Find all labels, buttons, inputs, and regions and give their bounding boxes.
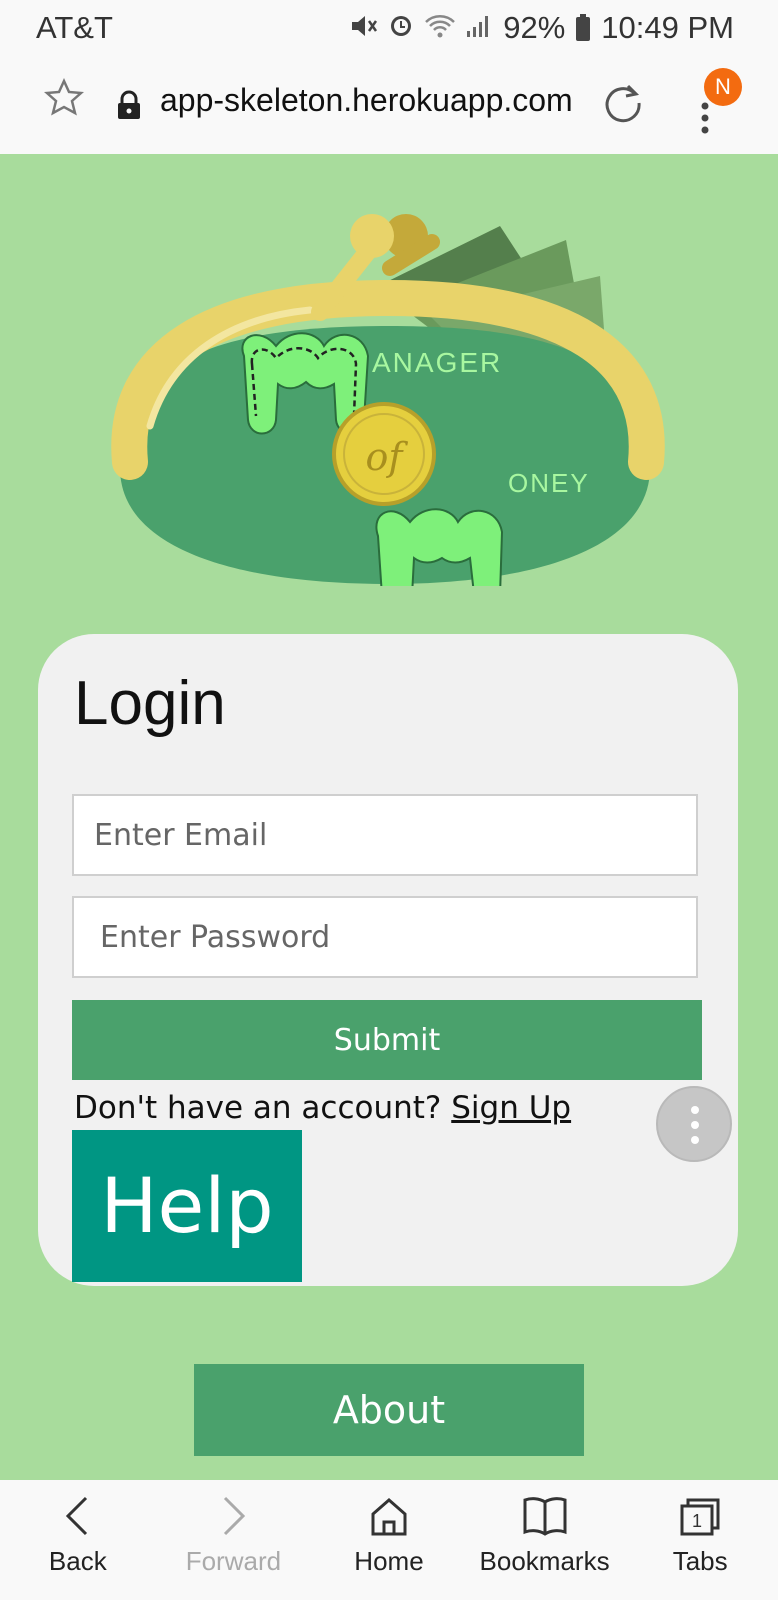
signup-link[interactable]: Sign Up bbox=[451, 1090, 571, 1126]
logo-manager-text: ANAGER bbox=[372, 347, 502, 378]
more-dot-icon bbox=[691, 1106, 699, 1114]
tabs-icon: 1 bbox=[680, 1498, 720, 1536]
alarm-icon bbox=[390, 15, 411, 36]
help-button[interactable]: Help bbox=[72, 1130, 302, 1282]
nav-tabs-label: Tabs bbox=[672, 1546, 728, 1576]
about-button[interactable]: About bbox=[194, 1364, 584, 1456]
star-icon[interactable] bbox=[44, 78, 84, 118]
nav-back[interactable]: Back bbox=[0, 1480, 156, 1600]
logo-of-text: of bbox=[366, 435, 409, 479]
menu-icon[interactable] bbox=[700, 100, 710, 140]
forward-arrow-icon bbox=[224, 1496, 246, 1536]
lock-icon bbox=[118, 90, 140, 119]
nav-bookmarks[interactable]: Bookmarks bbox=[467, 1480, 623, 1600]
more-dot-icon bbox=[691, 1121, 699, 1129]
floating-more-button[interactable] bbox=[656, 1086, 732, 1162]
profile-avatar[interactable]: N bbox=[704, 68, 742, 106]
no-account-text: Don't have an account? bbox=[74, 1090, 442, 1126]
login-card: Login Submit Don't have an account? Sign… bbox=[38, 634, 738, 1286]
battery-icon bbox=[576, 14, 591, 41]
home-icon bbox=[371, 1498, 407, 1536]
more-dot-icon bbox=[691, 1136, 699, 1144]
nav-home[interactable]: Home bbox=[311, 1480, 467, 1600]
submit-button[interactable]: Submit bbox=[72, 1000, 702, 1080]
nav-back-label: Back bbox=[48, 1546, 107, 1576]
browser-bottom-nav: Back Forward Home Bookmarks 1 Tabs bbox=[0, 1480, 778, 1600]
status-icons bbox=[350, 11, 494, 46]
logo-money-text: ONEY bbox=[508, 468, 590, 498]
tabs-count: 1 bbox=[692, 1511, 702, 1531]
wifi-icon bbox=[425, 14, 455, 37]
mute-icon bbox=[351, 15, 377, 36]
bookmarks-icon bbox=[523, 1497, 567, 1536]
status-bar: AT&T 92% 10:49 PM bbox=[0, 0, 778, 56]
password-field[interactable] bbox=[72, 896, 698, 978]
login-title: Login bbox=[74, 669, 226, 738]
url-text[interactable]: app-skeleton.herokuapp.com bbox=[160, 82, 573, 119]
back-arrow-icon bbox=[65, 1496, 87, 1536]
nav-forward-label: Forward bbox=[185, 1546, 282, 1576]
browser-url-bar: app-skeleton.herokuapp.com N bbox=[0, 56, 778, 154]
nav-tabs[interactable]: 1 Tabs bbox=[622, 1480, 778, 1600]
nav-forward[interactable]: Forward bbox=[156, 1480, 312, 1600]
nav-home-label: Home bbox=[354, 1546, 424, 1576]
nav-bookmarks-label: Bookmarks bbox=[479, 1546, 610, 1576]
email-field[interactable] bbox=[72, 794, 698, 876]
manager-of-money-logo: of ANAGER ONEY bbox=[111, 214, 665, 586]
page-content: of ANAGER ONEY Login Submit Don't have a… bbox=[0, 154, 778, 1480]
battery-percent: 92% bbox=[503, 10, 566, 45]
clock: 10:49 PM bbox=[601, 10, 734, 45]
reload-icon[interactable] bbox=[602, 82, 644, 124]
signup-prompt: Don't have an account? Sign Up bbox=[74, 1090, 571, 1126]
signal-icon bbox=[467, 15, 489, 37]
status-right: 92% 10:49 PM bbox=[350, 10, 734, 46]
carrier-label: AT&T bbox=[36, 10, 113, 45]
